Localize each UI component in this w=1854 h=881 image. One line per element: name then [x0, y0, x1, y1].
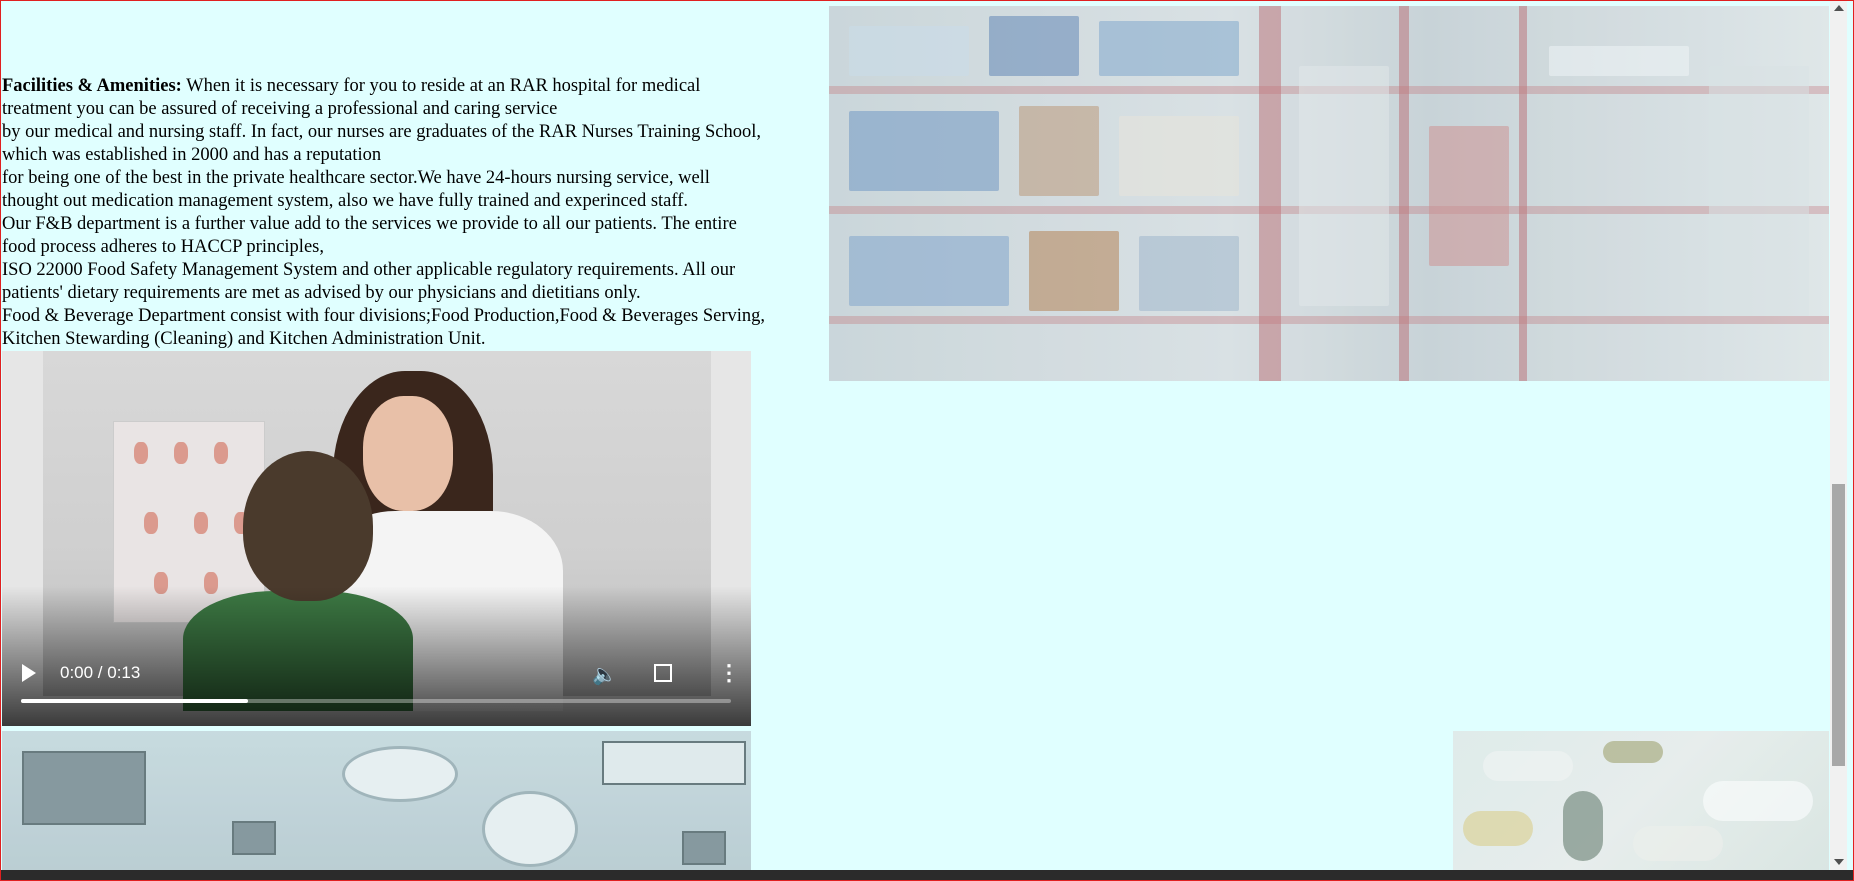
scroll-thumb[interactable] [1832, 484, 1845, 766]
video-progress-fill [21, 699, 249, 703]
description-line: treatment you can be assured of receivin… [2, 99, 558, 119]
scroll-up-icon[interactable] [1834, 5, 1844, 11]
description-line: which was established in 2000 and has a … [2, 145, 382, 165]
pharmacy-shelves-image [829, 6, 1829, 381]
operating-room-image [2, 731, 751, 871]
video-progress-bar[interactable] [21, 699, 731, 703]
description-line: for being one of the best in the private… [2, 168, 710, 188]
description-line: food process adheres to HACCP principles… [2, 237, 324, 257]
page-scrollbar[interactable] [1830, 0, 1847, 870]
scroll-down-icon[interactable] [1834, 859, 1844, 865]
taskbar [0, 870, 1854, 881]
video-player[interactable]: 0:00 / 0:13 🔈 ⋮ [2, 351, 751, 726]
description-line: patients' dietary requirements are met a… [2, 283, 641, 303]
facilities-heading: Facilities & Amenities: [2, 76, 182, 96]
play-icon[interactable] [22, 664, 36, 682]
description-line: Kitchen Stewarding (Cleaning) and Kitche… [2, 329, 486, 349]
description-line: by our medical and nursing staff. In fac… [2, 122, 762, 142]
video-controls: 0:00 / 0:13 🔈 ⋮ [2, 658, 751, 688]
volume-icon[interactable]: 🔈 [592, 662, 617, 687]
video-time: 0:00 / 0:13 [60, 663, 141, 682]
more-vert-icon[interactable]: ⋮ [718, 660, 740, 686]
description-line: Food & Beverage Department consist with … [2, 306, 766, 326]
description-line: Our F&B department is a further value ad… [2, 214, 737, 234]
pills-image [1453, 731, 1829, 871]
facilities-description: Facilities & Amenities: When it is neces… [2, 75, 830, 351]
fullscreen-icon[interactable] [654, 664, 672, 682]
description-line: ISO 22000 Food Safety Management System … [2, 260, 736, 280]
description-line: When it is necessary for you to reside a… [181, 76, 701, 96]
description-line: thought out medication management system… [2, 191, 689, 211]
